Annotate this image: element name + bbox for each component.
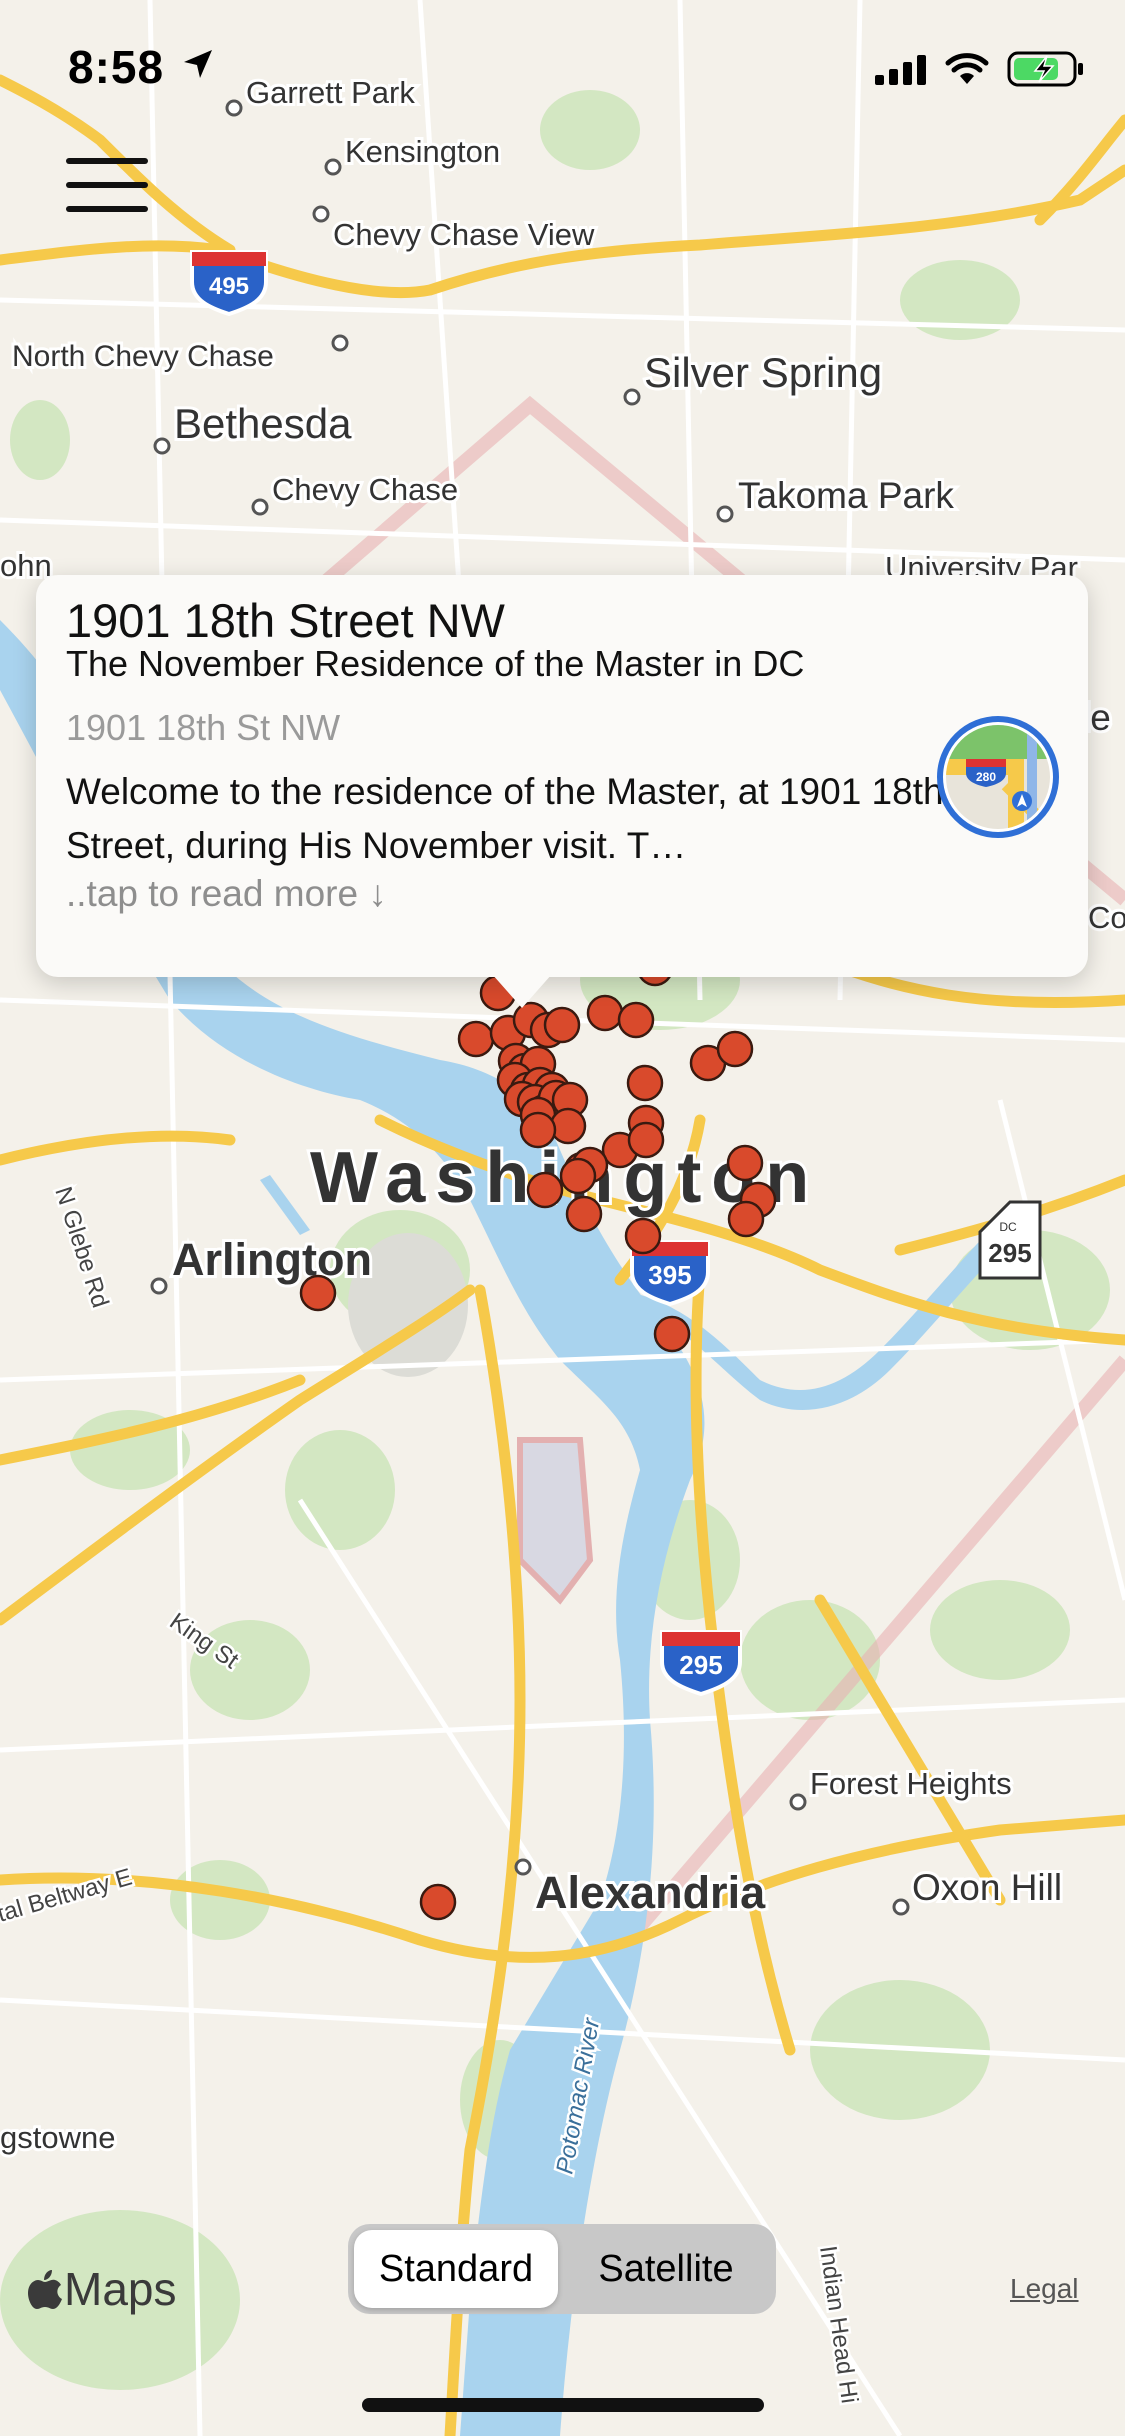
wifi-icon: [945, 53, 989, 84]
place-label: Oxon Hill: [912, 1867, 1062, 1908]
place-label: gstowne: [0, 2120, 115, 2155]
satellite-segment[interactable]: Satellite: [562, 2230, 770, 2308]
location-marker[interactable]: [727, 1200, 765, 1238]
place-label: Takoma Park: [738, 475, 954, 516]
place-label: Alexandria: [535, 1867, 766, 1918]
svg-text:395: 395: [648, 1260, 691, 1290]
location-marker[interactable]: [653, 1315, 691, 1353]
signal-icon: [875, 55, 926, 85]
location-marker[interactable]: [526, 1171, 564, 1209]
menu-icon[interactable]: [66, 158, 148, 214]
battery-icon: [1007, 51, 1083, 87]
callout-address: 1901 18th St NW: [66, 707, 341, 748]
location-marker[interactable]: [716, 1030, 754, 1068]
maps-label: Maps: [64, 2263, 177, 2315]
svg-text:495: 495: [209, 273, 249, 300]
location-marker[interactable]: [627, 1121, 665, 1159]
place-label: Chevy Chase: [272, 472, 458, 507]
location-callout[interactable]: 1901 18th Street NW The November Residen…: [36, 575, 1088, 977]
place-label: Garrett Park: [246, 75, 415, 110]
location-marker[interactable]: [626, 1064, 664, 1102]
callout-pointer: [492, 974, 552, 1008]
location-marker[interactable]: [419, 1883, 457, 1921]
svg-text:295: 295: [679, 1650, 722, 1680]
place-label: Chevy Chase View: [333, 217, 595, 252]
svg-text:DC: DC: [999, 1220, 1017, 1234]
location-arrow-icon: [184, 50, 212, 78]
location-marker[interactable]: [617, 1001, 655, 1039]
standard-segment[interactable]: Standard: [354, 2230, 558, 2308]
place-label: ohn: [0, 548, 52, 583]
callout-subtitle: The November Residence of the Master in …: [66, 643, 805, 684]
map-view[interactable]: Garrett Park Kensington Chevy Chase View…: [0, 0, 1125, 2436]
apple-logo-icon: [28, 2270, 62, 2309]
callout-title: 1901 18th Street NW: [66, 594, 505, 647]
location-marker[interactable]: [559, 1157, 597, 1195]
status-icons: [875, 50, 1085, 88]
place-label: North Chevy Chase: [12, 340, 274, 373]
maps-app-icon[interactable]: 280: [936, 715, 1060, 839]
maps-logo: Maps: [28, 2262, 176, 2316]
status-time: 8:58: [68, 41, 165, 93]
location-marker[interactable]: [549, 1107, 587, 1145]
svg-text:295: 295: [988, 1238, 1031, 1268]
place-label: Co: [1088, 900, 1125, 935]
place-label: Silver Spring: [644, 349, 882, 396]
legal-link[interactable]: Legal: [1010, 2273, 1079, 2305]
location-marker[interactable]: [726, 1144, 764, 1182]
place-label: Kensington: [345, 134, 500, 169]
map-type-control[interactable]: Standard Satellite: [348, 2224, 776, 2314]
location-marker[interactable]: [519, 1111, 557, 1149]
read-more-link[interactable]: ..tap to read more ↓: [66, 873, 387, 915]
place-label: Bethesda: [174, 400, 352, 447]
interstate-shield-495: 495: [190, 250, 268, 317]
place-label: Arlington: [172, 1234, 372, 1285]
location-marker[interactable]: [586, 994, 624, 1032]
location-marker[interactable]: [457, 1020, 495, 1058]
place-label: Forest Heights: [810, 1766, 1012, 1801]
home-indicator: [362, 2398, 764, 2412]
location-marker[interactable]: [624, 1217, 662, 1255]
location-marker[interactable]: [565, 1195, 603, 1233]
svg-text:280: 280: [976, 770, 996, 784]
callout-description: Welcome to the residence of the Master, …: [66, 771, 944, 866]
location-marker[interactable]: [543, 1006, 581, 1044]
location-marker[interactable]: [299, 1274, 337, 1312]
